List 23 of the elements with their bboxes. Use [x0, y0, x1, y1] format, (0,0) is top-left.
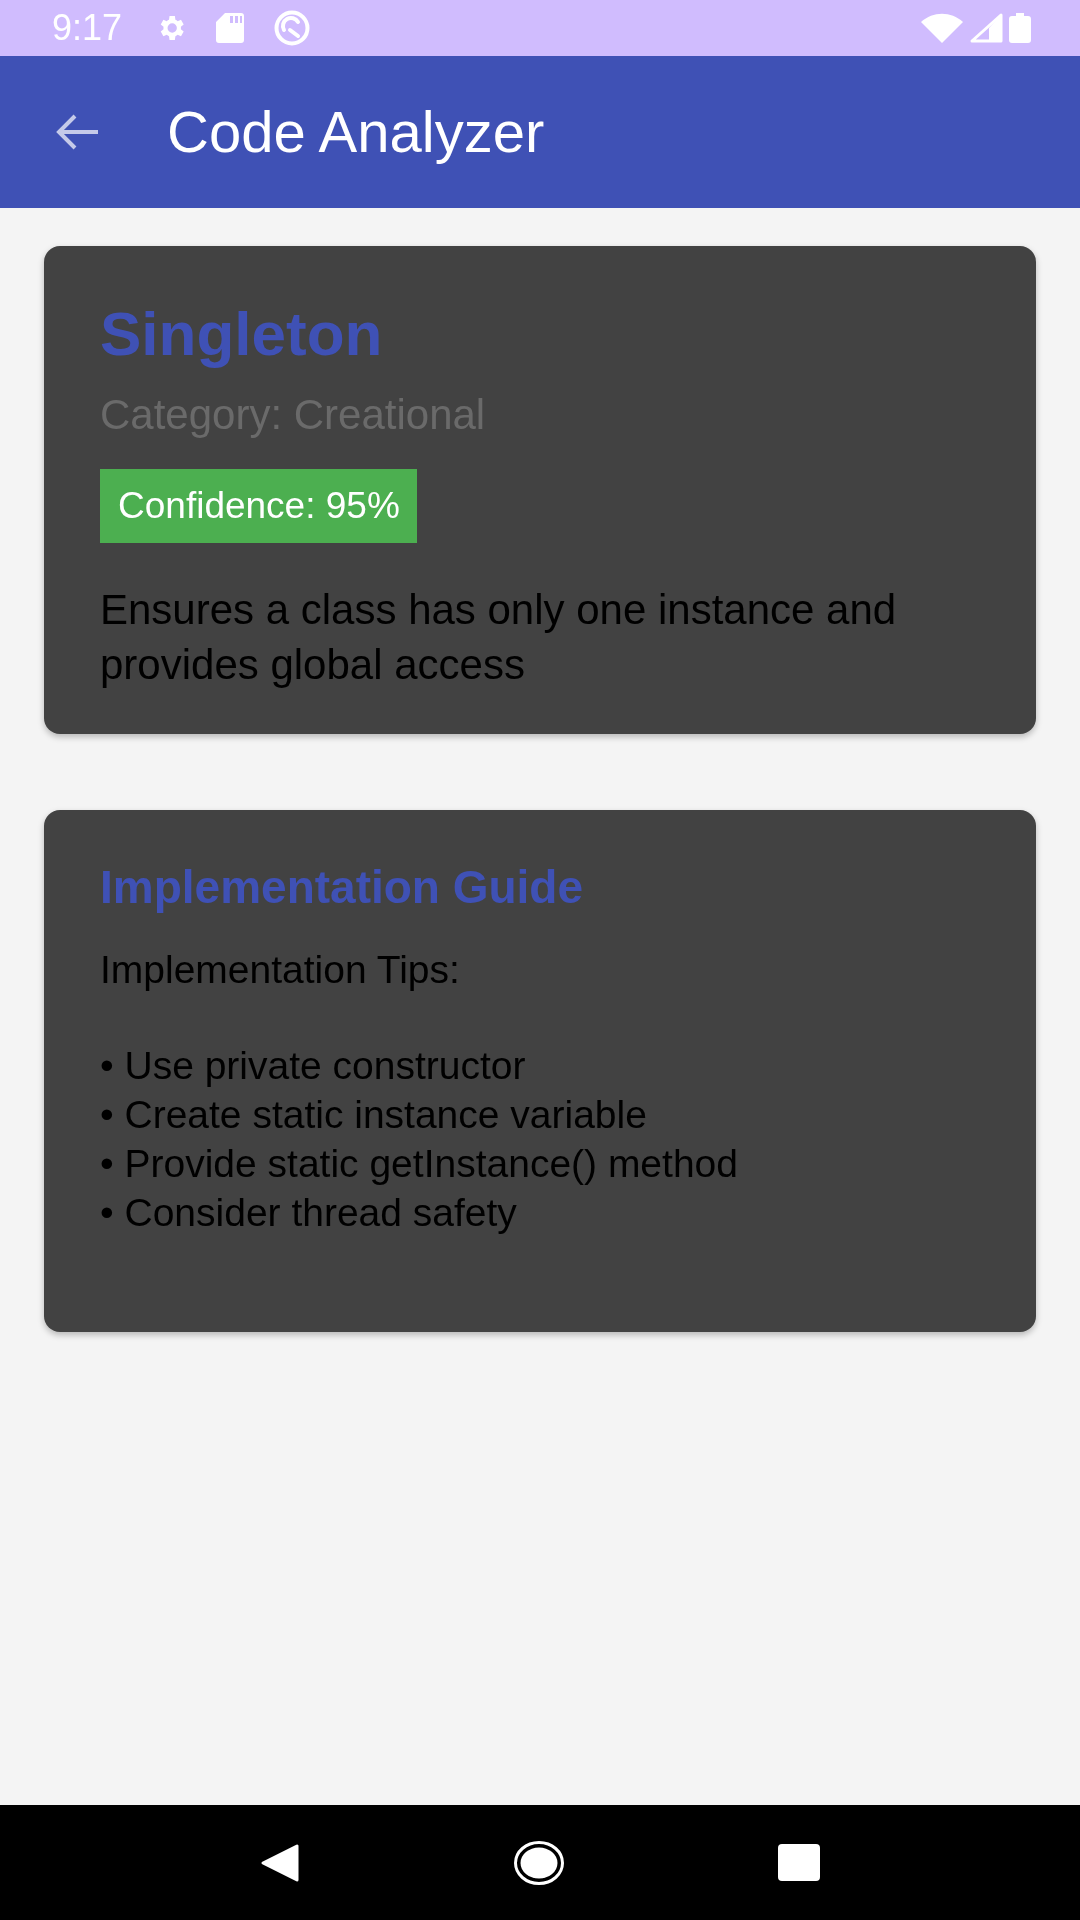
square-recents-icon — [778, 1844, 820, 1881]
tip-text: • Consider thread safety — [100, 1190, 518, 1236]
wifi-icon — [921, 13, 963, 43]
status-time: 9:17 — [52, 8, 123, 48]
pattern-name: Singleton — [100, 298, 383, 370]
back-button[interactable] — [55, 113, 100, 151]
home-circle-icon — [514, 1840, 564, 1885]
nav-back-button[interactable] — [260, 1842, 300, 1883]
guide-title: Implementation Guide — [100, 860, 584, 915]
app-title: Code Analyzer — [167, 98, 545, 166]
battery-icon — [1009, 13, 1031, 43]
back-arrow-icon — [55, 113, 100, 151]
confidence-badge: Confidence: 95% — [100, 469, 417, 543]
tip-text: • Provide static getInstance() method — [100, 1141, 738, 1187]
sd-card-icon — [216, 13, 245, 43]
tips-heading: Implementation Tips: — [100, 947, 460, 993]
tip-text: • Use private constructor — [100, 1043, 527, 1089]
nav-home-button[interactable] — [514, 1840, 564, 1885]
triangle-back-icon — [260, 1842, 300, 1883]
pattern-description: Ensures a class has only one instance and provides global access — [100, 585, 898, 690]
signal-icon — [969, 13, 1003, 43]
ring-icon — [273, 9, 312, 47]
tip-text: • Create static instance variable — [100, 1092, 648, 1138]
